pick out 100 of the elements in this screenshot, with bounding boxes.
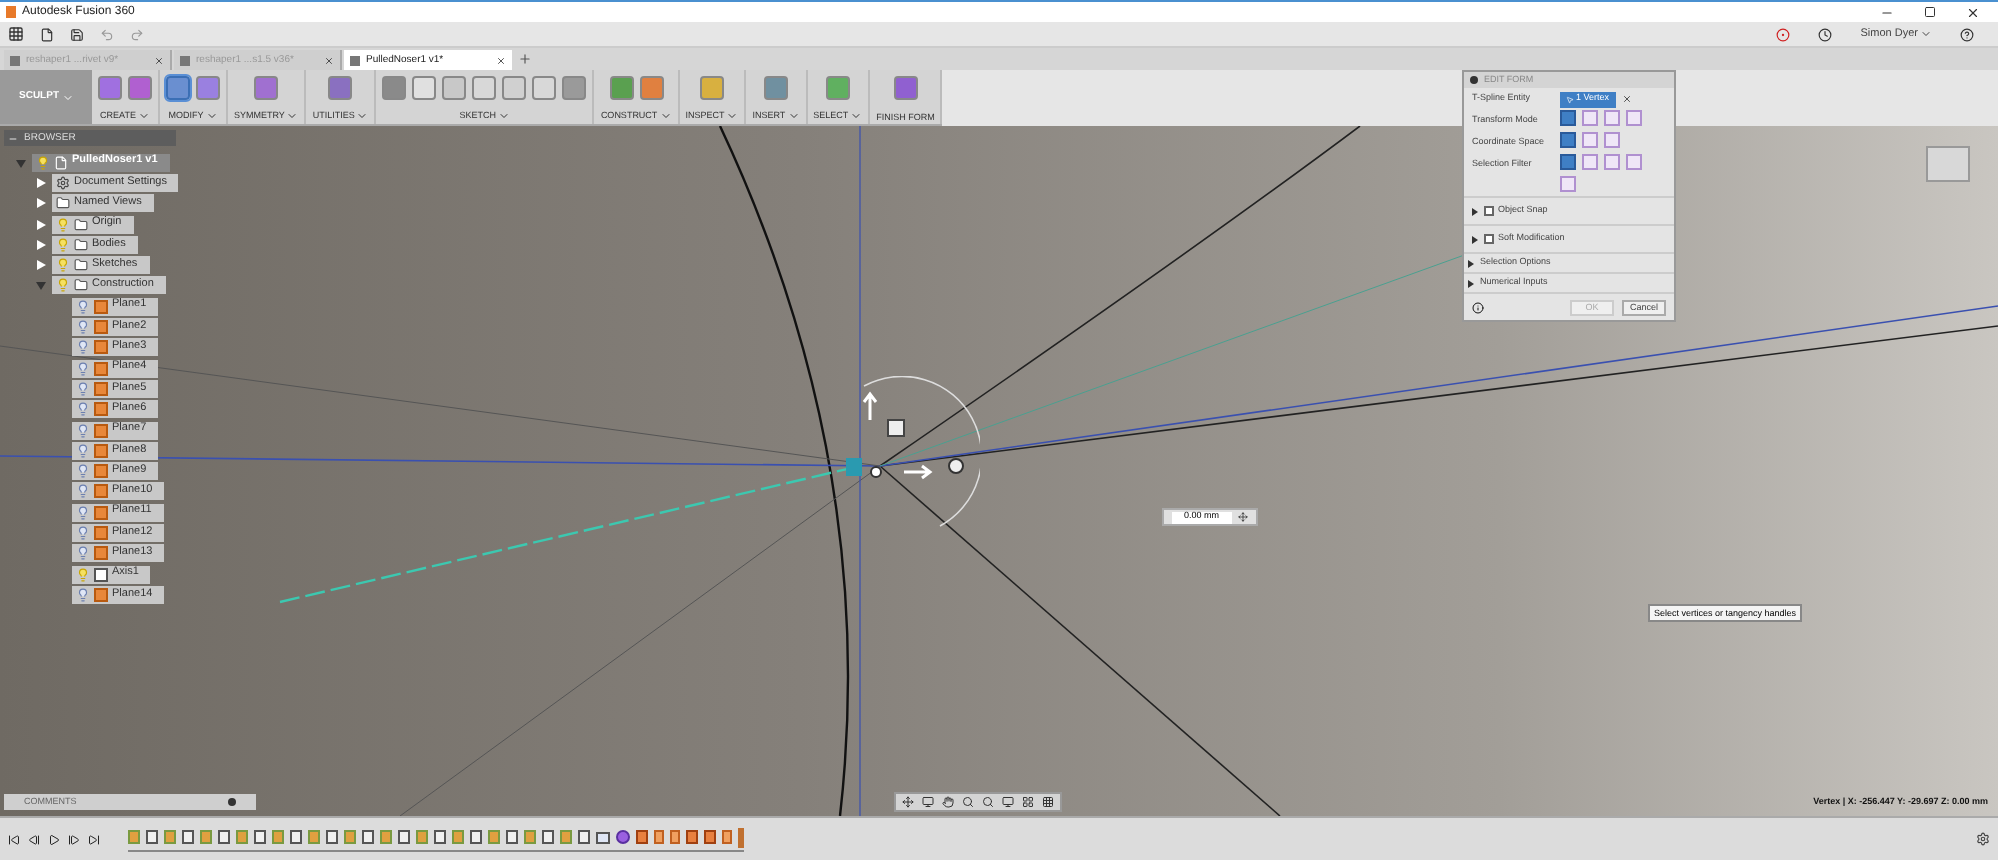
sketch-feature-icon[interactable] <box>398 830 410 844</box>
lightbulb-icon[interactable] <box>56 278 70 293</box>
viewports-icon[interactable] <box>1042 796 1054 808</box>
expand-arrow-icon[interactable] <box>36 239 46 250</box>
tool-icon[interactable] <box>763 76 788 100</box>
lightbulb-icon[interactable] <box>76 402 90 417</box>
sketch-feature-icon[interactable] <box>470 830 482 844</box>
tool-icon[interactable] <box>254 76 279 100</box>
lightbulb-icon[interactable] <box>76 484 90 499</box>
form-feature-icon[interactable] <box>616 830 630 844</box>
zoom-icon[interactable] <box>962 796 974 808</box>
expand-panel-icon[interactable] <box>228 798 236 806</box>
save-icon[interactable] <box>70 27 84 41</box>
sketch-feature-icon[interactable] <box>542 830 554 844</box>
option-toggle[interactable] <box>1560 132 1576 148</box>
close-icon[interactable] <box>1966 5 1980 19</box>
expand-arrow-icon[interactable] <box>36 198 46 209</box>
grid-menu-icon[interactable] <box>8 26 24 42</box>
viewcube-icon[interactable] <box>1926 146 1970 182</box>
collapse-arrow-icon[interactable] <box>16 157 26 168</box>
3d-viewport[interactable] <box>0 126 1998 816</box>
lightbulb-icon[interactable] <box>36 155 50 170</box>
zoom-window-icon[interactable] <box>982 796 994 808</box>
sketch-feature-icon[interactable] <box>146 830 158 844</box>
expand-arrow-icon[interactable] <box>1472 207 1478 215</box>
option-toggle[interactable] <box>1604 110 1620 126</box>
lightbulb-icon[interactable] <box>76 299 90 314</box>
tool-icon[interactable] <box>699 76 724 100</box>
sketch-feature-icon[interactable] <box>578 830 590 844</box>
tool-icon[interactable] <box>442 76 467 100</box>
tool-icon[interactable] <box>825 76 850 100</box>
checkbox[interactable] <box>1484 206 1494 216</box>
tool-icon[interactable] <box>472 76 497 100</box>
tool-icon[interactable] <box>639 76 664 100</box>
checkbox[interactable] <box>1484 234 1494 244</box>
step-back-icon[interactable] <box>28 833 40 845</box>
option-toggle[interactable] <box>1582 154 1598 170</box>
mark-feature-icon[interactable] <box>722 830 732 844</box>
skip-to-end-icon[interactable] <box>88 833 100 845</box>
undo-icon[interactable] <box>100 27 114 41</box>
tool-icon[interactable] <box>532 76 557 100</box>
lightbulb-icon[interactable] <box>56 217 70 232</box>
option-toggle[interactable] <box>1604 132 1620 148</box>
display-settings-icon[interactable] <box>1002 796 1014 808</box>
info-icon[interactable] <box>1472 301 1484 313</box>
sketch-feature-icon[interactable] <box>506 830 518 844</box>
step-forward-icon[interactable] <box>68 833 80 845</box>
lightbulb-icon[interactable] <box>76 505 90 520</box>
option-toggle[interactable] <box>1626 154 1642 170</box>
option-toggle[interactable] <box>1582 110 1598 126</box>
tool-icon[interactable] <box>128 76 152 100</box>
collapse-panel-icon[interactable] <box>8 133 18 143</box>
play-icon[interactable] <box>48 833 60 845</box>
pan-icon[interactable] <box>942 796 954 808</box>
orbit-icon[interactable] <box>902 796 914 808</box>
expand-arrow-icon[interactable] <box>36 219 46 230</box>
grid-icon[interactable] <box>1022 796 1034 808</box>
tool-icon[interactable] <box>166 76 190 100</box>
tool-icon[interactable] <box>382 76 407 100</box>
skip-to-start-icon[interactable] <box>8 833 20 845</box>
lightbulb-icon[interactable] <box>76 423 90 437</box>
maximize-icon[interactable] <box>1924 6 1936 18</box>
tool-icon[interactable] <box>609 76 634 100</box>
lightbulb-icon[interactable] <box>76 381 90 396</box>
tool-icon[interactable] <box>893 76 918 100</box>
tool-icon[interactable] <box>502 76 527 100</box>
lightbulb-icon[interactable] <box>76 361 90 376</box>
clock-icon[interactable] <box>1818 27 1833 41</box>
lightbulb-icon[interactable] <box>76 567 90 582</box>
lightbulb-icon[interactable] <box>76 320 90 335</box>
expand-arrow-icon[interactable] <box>36 260 46 271</box>
tool-icon[interactable] <box>562 76 587 100</box>
option-toggle[interactable] <box>1604 154 1620 170</box>
expand-arrow-icon[interactable] <box>1472 235 1478 243</box>
sketch-feature-icon[interactable] <box>290 830 302 844</box>
expand-arrow-icon[interactable] <box>1468 279 1474 287</box>
redo-icon[interactable] <box>130 27 144 41</box>
settings-icon[interactable] <box>1976 832 1990 846</box>
lightbulb-icon[interactable] <box>56 258 70 273</box>
sketch-feature-icon[interactable] <box>362 830 374 844</box>
lightbulb-icon[interactable] <box>76 587 90 602</box>
option-toggle[interactable] <box>1626 110 1642 126</box>
sketch-feature-icon[interactable] <box>218 830 230 844</box>
option-toggle[interactable] <box>1560 176 1576 192</box>
record-icon[interactable] <box>1776 27 1791 41</box>
lightbulb-icon[interactable] <box>76 443 90 458</box>
expand-arrow-icon[interactable] <box>36 177 46 188</box>
option-toggle[interactable] <box>1560 110 1576 126</box>
tool-icon[interactable] <box>328 76 353 100</box>
collapse-arrow-icon[interactable] <box>36 280 46 291</box>
sketch-feature-icon[interactable] <box>182 830 194 844</box>
view-feature-icon[interactable] <box>596 831 610 843</box>
sketch-feature-icon[interactable] <box>434 830 446 844</box>
lightbulb-icon[interactable] <box>76 340 90 355</box>
sketch-feature-icon[interactable] <box>254 830 266 844</box>
tool-icon[interactable] <box>98 76 122 100</box>
sketch-feature-icon[interactable] <box>326 830 338 844</box>
new-tab-icon[interactable] <box>518 52 532 66</box>
move-icon[interactable] <box>1237 512 1248 522</box>
option-toggle[interactable] <box>1560 154 1576 170</box>
